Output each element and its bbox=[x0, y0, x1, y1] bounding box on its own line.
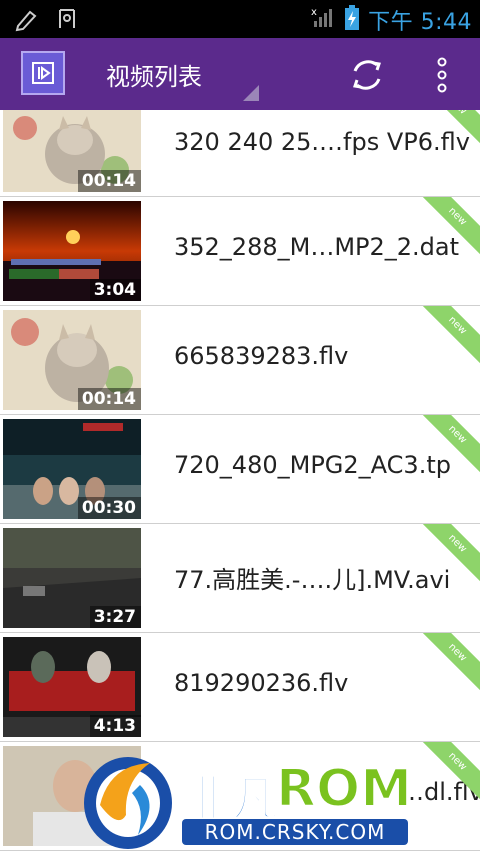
crsky-logo-icon bbox=[84, 757, 172, 849]
watermark-brand-en: ROM bbox=[275, 758, 413, 820]
notification-icon bbox=[54, 6, 80, 36]
video-filename: 77.高胜美.-….儿].MV.avi bbox=[174, 566, 451, 594]
overflow-menu-icon[interactable] bbox=[432, 55, 452, 95]
refresh-icon[interactable] bbox=[347, 55, 387, 95]
video-filename: 352_288_M…MP2_2.dat bbox=[174, 233, 460, 261]
list-item[interactable]: 00:14 320 240 25.…fps VP6.flv new bbox=[0, 110, 480, 197]
video-thumbnail: 3:04 bbox=[3, 201, 141, 301]
list-item[interactable]: 4:13 819290236.flv new bbox=[0, 633, 480, 742]
video-list: 00:14 320 240 25.…fps VP6.flv new 3:04 3… bbox=[0, 110, 480, 851]
video-thumbnail: 3:27 bbox=[3, 528, 141, 628]
video-duration: 3:27 bbox=[89, 606, 141, 628]
page-title[interactable]: 视频列表 bbox=[106, 57, 202, 92]
video-duration: 00:30 bbox=[77, 497, 141, 519]
action-bar: 视频列表 bbox=[0, 38, 480, 110]
video-duration: 4:13 bbox=[89, 715, 141, 737]
video-thumbnail: 4:13 bbox=[3, 637, 141, 737]
list-item[interactable]: 00:14 665839283.flv new bbox=[0, 306, 480, 415]
video-thumbnail: 00:14 bbox=[3, 110, 141, 192]
status-clock: 下午 5:44 bbox=[368, 10, 472, 35]
video-filename: 819290236.flv bbox=[174, 669, 349, 697]
dropdown-indicator-icon[interactable] bbox=[243, 85, 259, 101]
new-badge: new bbox=[418, 306, 480, 365]
video-duration: 00:14 bbox=[77, 388, 141, 410]
video-thumbnail: 00:30 bbox=[3, 419, 141, 519]
status-bar: x 下午 5:44 bbox=[0, 0, 480, 38]
video-filename: 320 240 25.…fps VP6.flv bbox=[174, 128, 470, 156]
watermark-url: ROM.CRSKY.COM bbox=[182, 819, 408, 845]
list-item[interactable]: 3:27 77.高胜美.-….儿].MV.avi new bbox=[0, 524, 480, 633]
pen-icon bbox=[14, 6, 40, 36]
video-duration: 00:14 bbox=[77, 170, 141, 192]
new-badge: new bbox=[418, 633, 480, 692]
video-filename: 720_480_MPG2_AC3.tp bbox=[174, 451, 451, 479]
battery-charging-icon bbox=[344, 5, 360, 35]
app-icon[interactable] bbox=[21, 51, 65, 95]
video-duration: 3:04 bbox=[89, 279, 141, 301]
watermark-logo: 非凡 ROM ROM.CRSKY.COM bbox=[80, 745, 480, 854]
video-filename: 665839283.flv bbox=[174, 342, 349, 370]
svg-text:x: x bbox=[311, 7, 317, 18]
list-item[interactable]: 3:04 352_288_M…MP2_2.dat new bbox=[0, 197, 480, 306]
list-item[interactable]: 00:30 720_480_MPG2_AC3.tp new bbox=[0, 415, 480, 524]
signal-icon: x bbox=[310, 5, 336, 35]
video-thumbnail: 00:14 bbox=[3, 310, 141, 410]
